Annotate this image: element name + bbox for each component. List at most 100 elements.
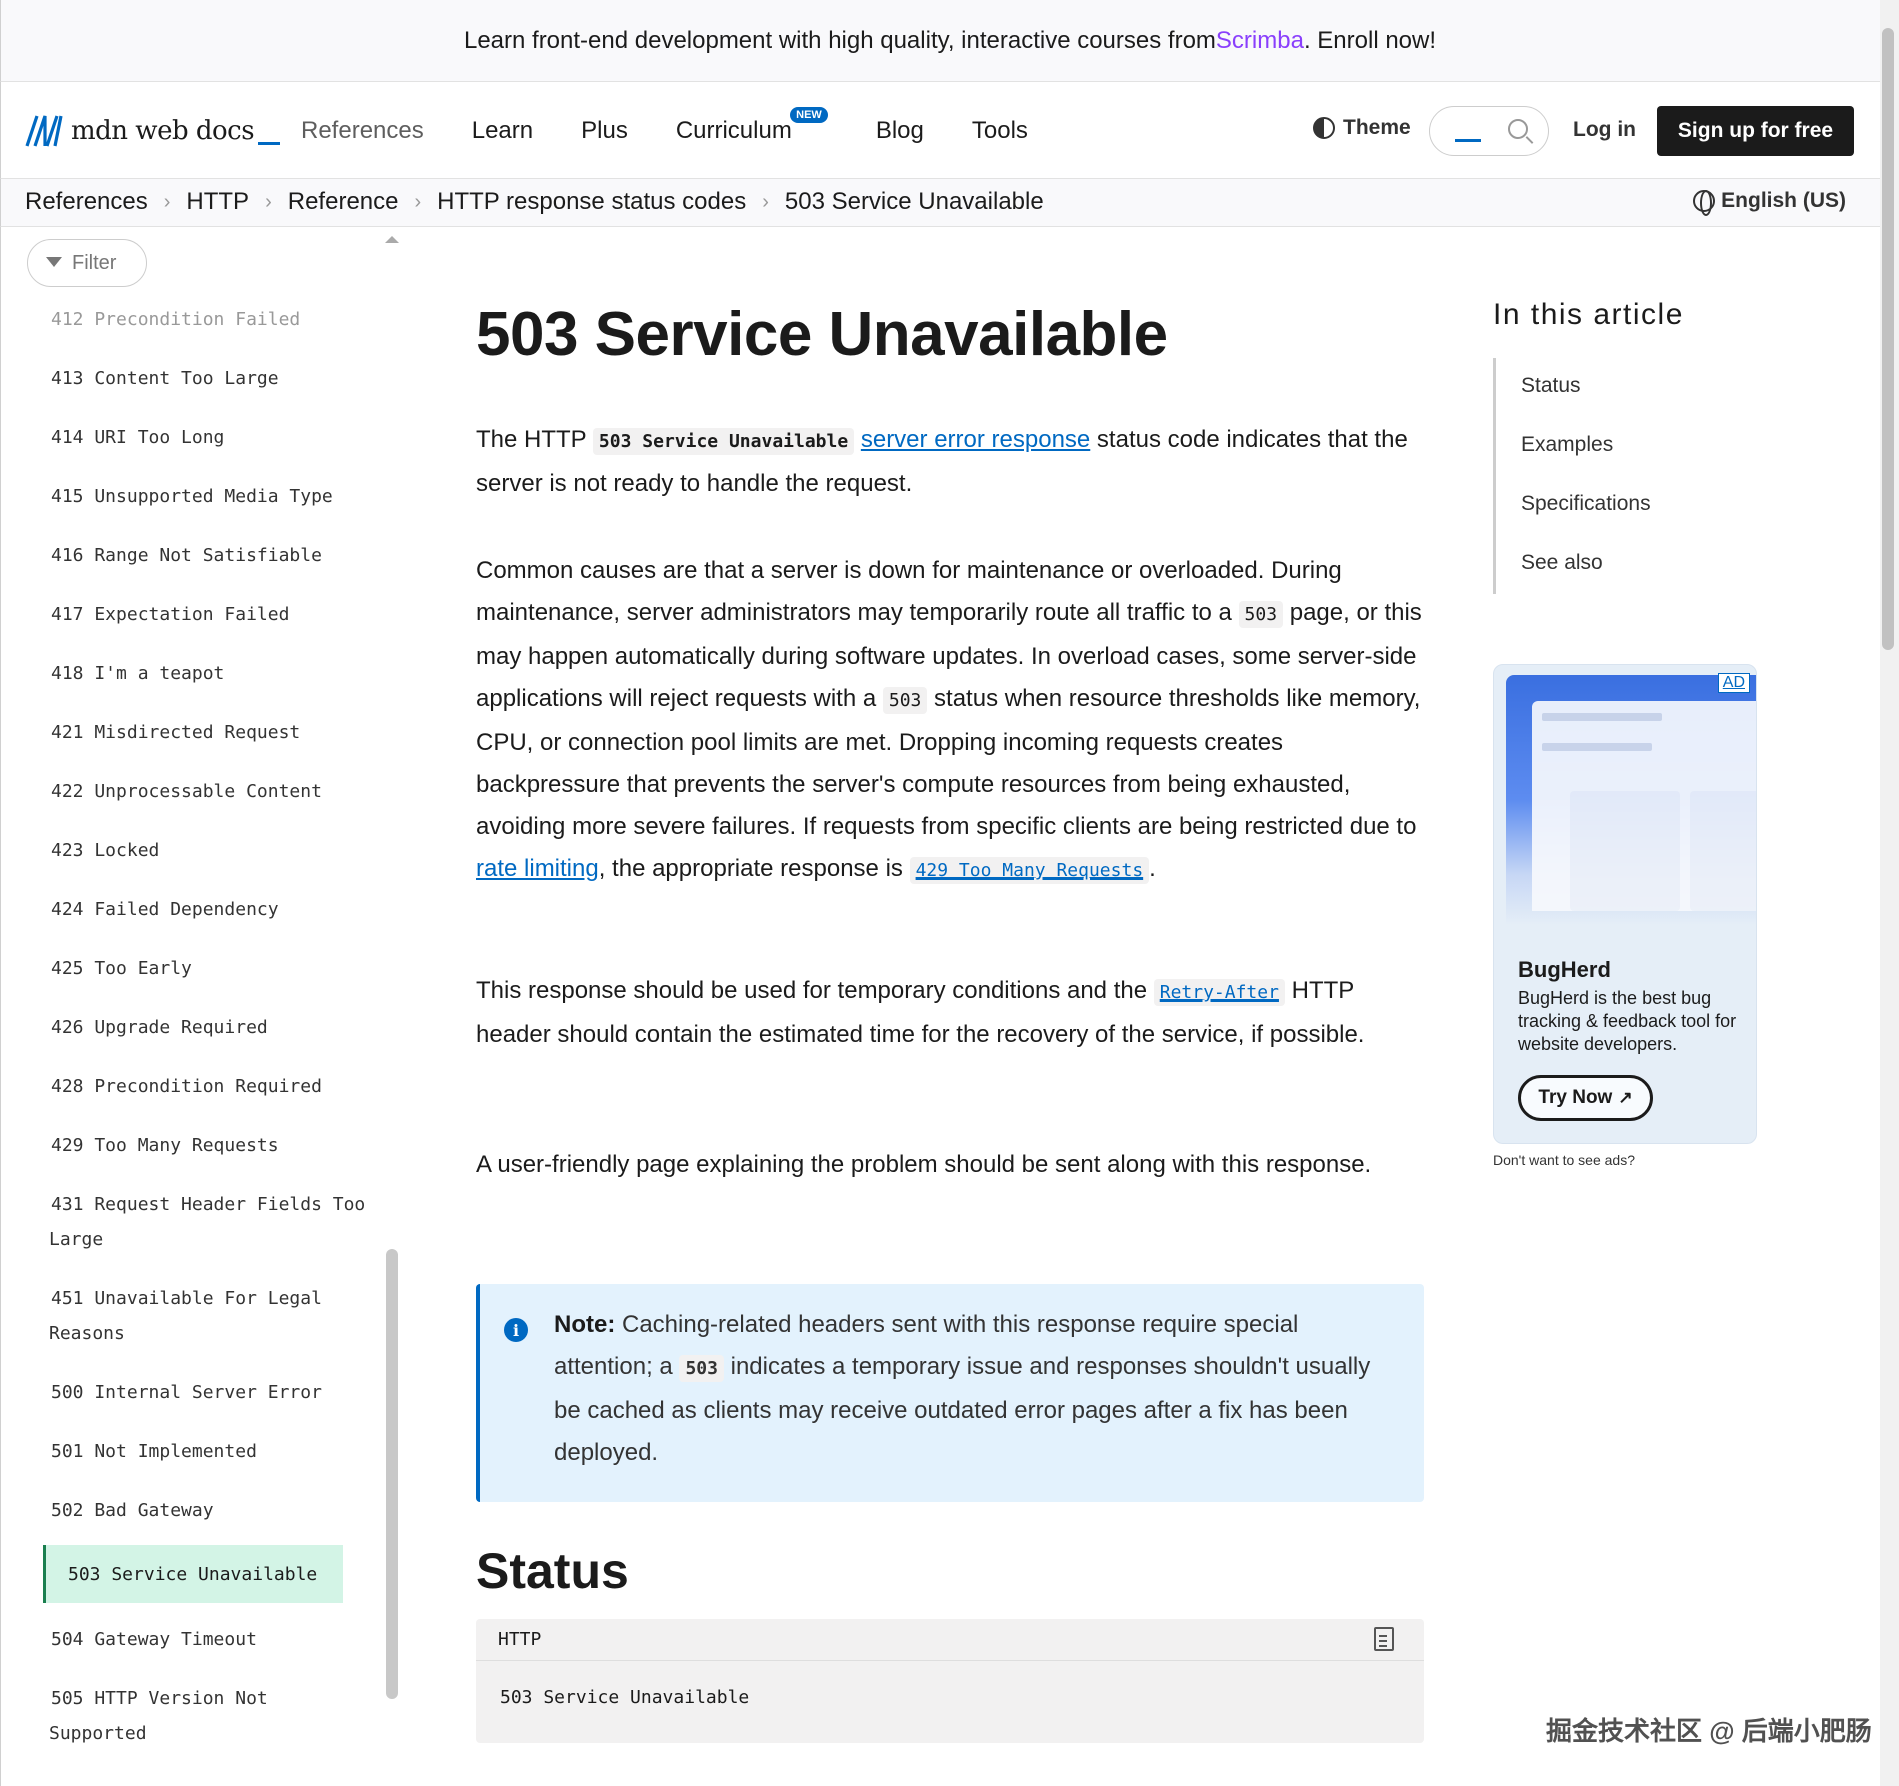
note-callout: i Note: Caching-related headers sent wit… [476, 1284, 1424, 1502]
nav-tools[interactable]: Tools [972, 117, 1028, 145]
sidebar-item[interactable]: 426 Upgrade Required [51, 1010, 381, 1045]
scroll-up-arrow-icon[interactable] [385, 236, 399, 243]
filter-label: Filter [72, 251, 117, 274]
sidebar-item[interactable]: 422 Unprocessable Content [51, 774, 381, 809]
paragraph-causes: Common causes are that a server is down … [476, 550, 1424, 892]
ad-badge[interactable]: AD [1717, 673, 1750, 693]
theme-icon [1313, 117, 1335, 139]
toc-item-see-also[interactable]: See also [1521, 551, 1603, 575]
nav-blog[interactable]: Blog [876, 117, 924, 145]
signup-button[interactable]: Sign up for free [1657, 106, 1854, 156]
code-header: HTTP [476, 1619, 1424, 1661]
sidebar-scrollbar[interactable] [386, 1249, 398, 1699]
language-switcher[interactable]: English (US) [1693, 189, 1846, 216]
info-icon: i [504, 1318, 528, 1342]
search-icon[interactable] [1508, 119, 1528, 139]
nav-plus[interactable]: Plus [581, 117, 628, 145]
theme-label: Theme [1343, 116, 1411, 139]
mdn-logo[interactable]: mdn web docs [25, 114, 281, 148]
sidebar-item[interactable]: 415 Unsupported Media Type [51, 479, 381, 514]
sidebar-item[interactable]: 451 Unavailable For Legal Reasons [49, 1281, 381, 1351]
sidebar-item[interactable]: 425 Too Early [51, 951, 381, 986]
page-title: 503 Service Unavailable [476, 300, 1168, 369]
ad-try-now-button[interactable]: Try Now ↗ [1518, 1075, 1653, 1121]
toc-item-specifications[interactable]: Specifications [1521, 492, 1651, 516]
search-input[interactable] [1429, 106, 1549, 156]
nav-learn[interactable]: Learn [472, 117, 533, 145]
ad-screenshot-app [1532, 701, 1756, 911]
promo-banner[interactable]: Learn front-end development with high qu… [0, 0, 1899, 82]
sidebar-item[interactable]: 418 I'm a teapot [51, 656, 381, 691]
sidebar-item[interactable]: 412 Precondition Failed [51, 302, 381, 337]
inline-code-link: Retry-After [1153, 979, 1285, 1006]
sidebar-item[interactable]: 428 Precondition Required [51, 1069, 381, 1104]
sidebar-item[interactable]: 500 Internal Server Error [51, 1375, 381, 1410]
breadcrumb-item[interactable]: Reference [288, 188, 399, 216]
sidebar-item[interactable]: 416 Range Not Satisfiable [51, 538, 381, 573]
sidebar-item[interactable]: 413 Content Too Large [51, 361, 381, 396]
sidebar-item[interactable]: 417 Expectation Failed [51, 597, 381, 632]
breadcrumb-item[interactable]: HTTP [186, 188, 249, 216]
login-link[interactable]: Log in [1573, 118, 1636, 142]
sidebar: Filter 412 Precondition Failed 413 Conte… [0, 227, 405, 1786]
banner-text-end: . Enroll now! [1303, 26, 1437, 54]
main-nav: References Learn Plus Curriculum NEW Blog… [301, 82, 1076, 179]
filter-icon [46, 257, 62, 267]
ad-card[interactable]: AD BugHerd BugHerd is the best bug track… [1493, 664, 1757, 1144]
mdn-logo-icon [25, 115, 63, 147]
sidebar-item-active[interactable]: 503 Service Unavailable [43, 1545, 343, 1603]
logo-text: mdn web docs [71, 116, 255, 146]
sidebar-item[interactable]: 502 Bad Gateway [51, 1493, 381, 1528]
sidebar-item-label: 431 Request Header Fields Too [51, 1194, 366, 1215]
globe-icon [1693, 190, 1716, 216]
breadcrumb-current[interactable]: 503 Service Unavailable [785, 188, 1044, 216]
toc-title: In this article [1493, 298, 1684, 331]
theme-toggle[interactable]: Theme [1313, 116, 1411, 140]
server-error-response-link[interactable]: server error response [861, 426, 1090, 453]
chevron-right-icon: › [163, 190, 171, 213]
nav-curriculum-label: Curriculum [675, 116, 792, 144]
filter-input[interactable]: Filter [27, 239, 147, 287]
text: The HTTP [476, 426, 593, 453]
sidebar-item[interactable]: 501 Not Implemented [51, 1434, 381, 1469]
breadcrumb-item[interactable]: HTTP response status codes [437, 188, 746, 216]
breadcrumb-bar: References › HTTP › Reference › HTTP res… [0, 179, 1880, 227]
sidebar-item[interactable]: 429 Too Many Requests [51, 1128, 381, 1163]
paragraph-user-friendly: A user-friendly page explaining the prob… [476, 1151, 1372, 1178]
language-label: English (US) [1721, 189, 1846, 212]
sidebar-item[interactable]: 424 Failed Dependency [51, 892, 381, 927]
external-link-icon: ↗ [1618, 1088, 1633, 1107]
code-block: HTTP 503 Service Unavailable [476, 1619, 1424, 1743]
text: , the appropriate response is [598, 855, 910, 882]
code-content: 503 Service Unavailable [500, 1687, 750, 1708]
note-label: Note: [554, 1311, 616, 1338]
nav-curriculum[interactable]: Curriculum NEW [675, 106, 828, 145]
page-scrollbar-thumb[interactable] [1882, 28, 1894, 650]
banner-brand-link[interactable]: Scrimba [1216, 27, 1304, 55]
ad-mini-bar [1542, 713, 1662, 721]
nav-references[interactable]: References [301, 117, 424, 145]
sidebar-item[interactable]: 421 Misdirected Request [51, 715, 381, 750]
new-badge: NEW [790, 106, 828, 123]
chevron-right-icon: › [762, 190, 769, 213]
sidebar-item-label: 505 HTTP Version Not [51, 1688, 268, 1709]
ad-mini-column [1690, 791, 1756, 911]
status-heading[interactable]: Status [476, 1542, 629, 1600]
retry-after-link[interactable]: Retry-After [1153, 977, 1285, 1006]
429-link[interactable]: 429 Too Many Requests [909, 855, 1150, 884]
sidebar-item[interactable]: 431 Request Header Fields Too Large [49, 1187, 381, 1257]
sidebar-item[interactable]: 423 Locked [51, 833, 381, 868]
rate-limiting-link[interactable]: rate limiting [476, 855, 599, 882]
note-text: Note: Caching-related headers sent with … [554, 1304, 1384, 1474]
breadcrumb-item[interactable]: References [25, 188, 148, 216]
inline-code: 503 [1238, 601, 1284, 628]
toc-item-status[interactable]: Status [1521, 374, 1581, 398]
ad-opt-out-link[interactable]: Don't want to see ads? [1493, 1152, 1635, 1168]
sidebar-item-label-cont: Supported [49, 1723, 147, 1744]
ad-title: BugHerd [1518, 957, 1611, 982]
sidebar-item[interactable]: 504 Gateway Timeout [51, 1622, 381, 1657]
sidebar-item[interactable]: 414 URI Too Long [51, 420, 381, 455]
sidebar-item[interactable]: 505 HTTP Version Not Supported [49, 1681, 381, 1751]
toc-item-examples[interactable]: Examples [1521, 433, 1613, 457]
copy-icon[interactable] [1374, 1627, 1394, 1651]
